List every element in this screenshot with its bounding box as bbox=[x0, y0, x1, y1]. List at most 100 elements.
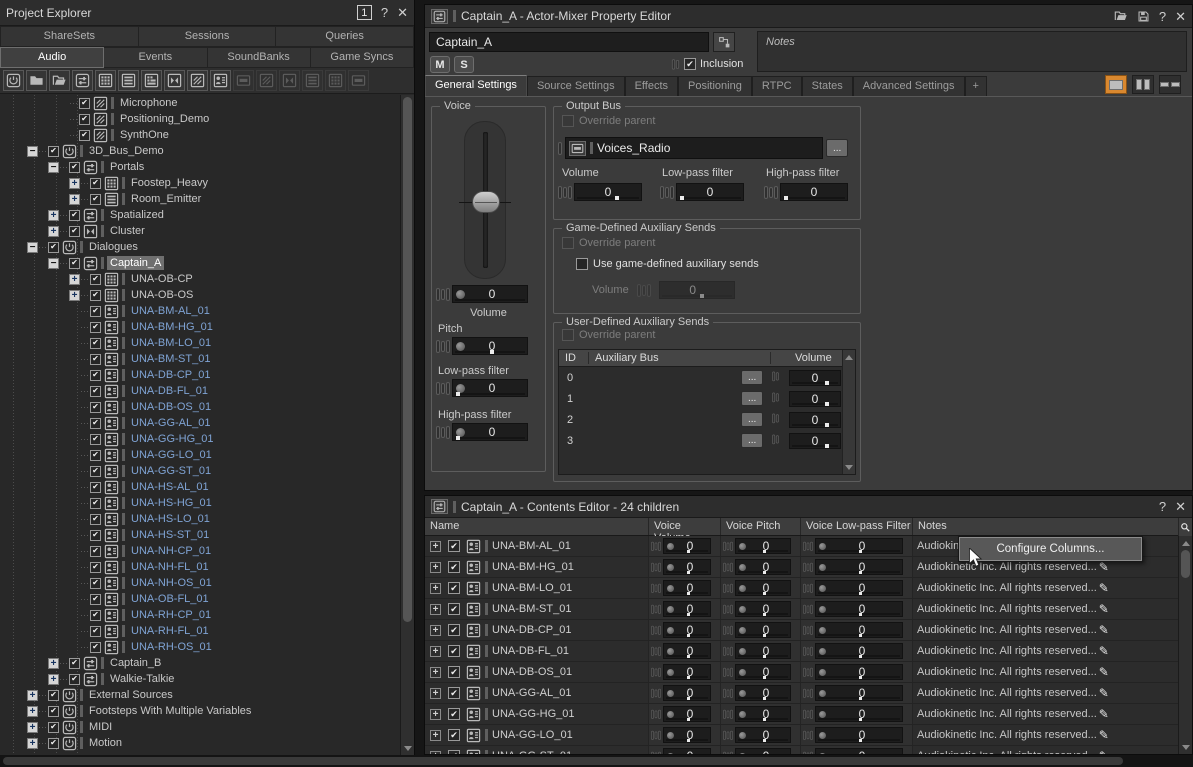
voice-volume-field[interactable]: 0 bbox=[663, 622, 711, 638]
row-checkbox[interactable]: ✔ bbox=[448, 540, 460, 552]
shareset-link-button[interactable] bbox=[713, 32, 735, 52]
voice-volume-cell[interactable]: 0 bbox=[649, 746, 721, 754]
tab-advanced-settings[interactable]: Advanced Settings bbox=[853, 76, 965, 96]
edit-pencil-icon[interactable]: ✎ bbox=[1099, 728, 1109, 742]
tree-row[interactable]: ✔ Microphone bbox=[0, 95, 414, 111]
tree-item-label[interactable]: Captain_A bbox=[107, 256, 164, 270]
voice-pitch-cell[interactable]: 0 bbox=[721, 662, 801, 682]
help-icon[interactable]: ? bbox=[1159, 10, 1166, 23]
use-game-aux-checkbox[interactable] bbox=[576, 258, 588, 270]
search-icon[interactable] bbox=[1178, 518, 1192, 536]
contents-row[interactable]: + ✔ UNA-GG-LO_01 0 0 0 Audiokineti bbox=[425, 725, 1178, 746]
voice-pitch-field[interactable]: 0 bbox=[735, 664, 791, 680]
voice-lpf-field[interactable]: 0 bbox=[815, 538, 903, 554]
tree-item-checkbox[interactable]: ✔ bbox=[90, 370, 101, 381]
expand-icon[interactable]: + bbox=[27, 738, 38, 749]
tree-item-label[interactable]: UNA-RH-OS_01 bbox=[128, 640, 215, 654]
layout-split-horizontal-button[interactable] bbox=[1159, 75, 1181, 94]
tree-item-checkbox[interactable]: ✔ bbox=[90, 194, 101, 205]
voice-volume-field[interactable]: 0 bbox=[663, 559, 711, 575]
collapse-icon[interactable]: − bbox=[48, 258, 59, 269]
row-notes[interactable]: Audiokinetic Inc. All rights reserved... bbox=[917, 582, 1097, 594]
tree-item-checkbox[interactable]: ✔ bbox=[90, 466, 101, 477]
voice-pitch-field[interactable]: 0 bbox=[735, 706, 791, 722]
tree-item-label[interactable]: UNA-NH-OS_01 bbox=[128, 576, 215, 590]
tree-item-checkbox[interactable]: ✔ bbox=[90, 578, 101, 589]
tree-item-checkbox[interactable]: ✔ bbox=[90, 546, 101, 557]
voice-volume-cell[interactable]: 0 bbox=[649, 662, 721, 682]
virtual-folder-icon[interactable] bbox=[49, 70, 70, 91]
row-checkbox[interactable]: ✔ bbox=[448, 645, 460, 657]
tree-row[interactable]: + ✔ Spatialized bbox=[0, 207, 414, 223]
edit-pencil-icon[interactable]: ✎ bbox=[1099, 602, 1109, 616]
aux-volume-field[interactable]: 0 bbox=[789, 370, 841, 386]
tree-item-label[interactable]: UNA-RH-CP_01 bbox=[128, 608, 214, 622]
voice-pitch-cell[interactable]: 0 bbox=[721, 746, 801, 754]
tree-item-label[interactable]: Motion bbox=[86, 736, 125, 750]
tree-row[interactable]: − ✔ 3D_Bus_Demo bbox=[0, 143, 414, 159]
tree-row[interactable]: + ✔ MIDI bbox=[0, 719, 414, 735]
tree-row[interactable]: ✔ UNA-NH-CP_01 bbox=[0, 543, 414, 559]
column-header-notes[interactable]: Notes bbox=[913, 518, 1192, 535]
blend-container-icon[interactable] bbox=[141, 70, 162, 91]
column-header-voice-pitch[interactable]: Voice Pitch bbox=[721, 518, 801, 535]
expand-icon[interactable]: + bbox=[27, 706, 38, 717]
tree-row[interactable]: ✔ UNA-GG-LO_01 bbox=[0, 447, 414, 463]
expand-icon[interactable]: + bbox=[430, 688, 441, 699]
browse-aux-bus-button[interactable]: ... bbox=[741, 370, 763, 385]
tree-item-label[interactable]: Dialogues bbox=[86, 240, 141, 254]
row-name[interactable]: UNA-BM-LO_01 bbox=[492, 582, 572, 594]
tree-item-checkbox[interactable]: ✔ bbox=[90, 514, 101, 525]
tree-item-checkbox[interactable]: ✔ bbox=[48, 690, 59, 701]
tree-item-label[interactable]: Footsteps With Multiple Variables bbox=[86, 704, 254, 718]
voice-lpf-field[interactable]: 0 bbox=[815, 685, 903, 701]
tree-row[interactable]: ✔ UNA-HS-AL_01 bbox=[0, 479, 414, 495]
voice-volume-field[interactable]: 0 bbox=[663, 601, 711, 617]
tree-item-checkbox[interactable]: ✔ bbox=[90, 418, 101, 429]
voice-lpf-field[interactable]: 0 bbox=[815, 622, 903, 638]
tree-row[interactable]: + ✔ UNA-OB-CP bbox=[0, 271, 414, 287]
tree-item-label[interactable]: UNA-HS-AL_01 bbox=[128, 480, 212, 494]
tree-item-label[interactable]: UNA-BM-AL_01 bbox=[128, 304, 213, 318]
tree-item-checkbox[interactable]: ✔ bbox=[69, 162, 80, 173]
tree-item-label[interactable]: UNA-GG-ST_01 bbox=[128, 464, 214, 478]
voice-pitch-field[interactable]: 0 bbox=[735, 559, 791, 575]
tree-row[interactable]: ✔ UNA-GG-ST_01 bbox=[0, 463, 414, 479]
voice-volume-cell[interactable]: 0 bbox=[649, 683, 721, 703]
tab-audio[interactable]: Audio bbox=[0, 47, 104, 68]
voice-lpf-field[interactable]: 0 bbox=[815, 748, 903, 754]
tree-row[interactable]: − ✔ Portals bbox=[0, 159, 414, 175]
expand-icon[interactable]: + bbox=[430, 646, 441, 657]
work-unit-icon[interactable] bbox=[3, 70, 24, 91]
voice-lpf-cell[interactable]: 0 bbox=[801, 620, 913, 640]
tree-row[interactable]: + ✔ UNA-OB-OS bbox=[0, 287, 414, 303]
voice-pitch-field[interactable]: 0 bbox=[735, 685, 791, 701]
tree-item-label[interactable]: UNA-DB-FL_01 bbox=[128, 384, 211, 398]
tree-item-checkbox[interactable]: ✔ bbox=[69, 674, 80, 685]
contents-columns-header[interactable]: Name Voice Volume Voice Pitch Voice Low-… bbox=[425, 518, 1192, 536]
voice-pitch-cell[interactable]: 0 bbox=[721, 578, 801, 598]
edit-pencil-icon[interactable]: ✎ bbox=[1099, 623, 1109, 637]
tab-sharesets[interactable]: ShareSets bbox=[0, 26, 139, 47]
tree-item-checkbox[interactable]: ✔ bbox=[69, 658, 80, 669]
voice-pitch-field[interactable]: 0 bbox=[735, 601, 791, 617]
expand-icon[interactable]: + bbox=[48, 658, 59, 669]
collapse-icon[interactable]: − bbox=[48, 162, 59, 173]
edit-pencil-icon[interactable]: ✎ bbox=[1099, 560, 1109, 574]
tree-item-label[interactable]: Positioning_Demo bbox=[117, 112, 212, 126]
mute-button[interactable]: M bbox=[430, 56, 450, 73]
tree-row[interactable]: ✔ UNA-DB-FL_01 bbox=[0, 383, 414, 399]
tree-item-label[interactable]: UNA-DB-OS_01 bbox=[128, 400, 214, 414]
voice-pitch-field[interactable]: 0 bbox=[735, 580, 791, 596]
tree-item-label[interactable]: UNA-GG-HG_01 bbox=[128, 432, 217, 446]
tab-effects[interactable]: Effects bbox=[625, 76, 678, 96]
output-bus-selector[interactable]: Voices_Radio bbox=[565, 137, 823, 159]
voice-pitch-cell[interactable]: 0 bbox=[721, 620, 801, 640]
tree-item-checkbox[interactable]: ✔ bbox=[69, 226, 80, 237]
tree-item-checkbox[interactable]: ✔ bbox=[69, 258, 80, 269]
tab-general-settings[interactable]: General Settings bbox=[425, 75, 527, 96]
tree-item-checkbox[interactable]: ✔ bbox=[48, 738, 59, 749]
tree-item-checkbox[interactable]: ✔ bbox=[90, 178, 101, 189]
bus-volume-field[interactable]: 0 bbox=[574, 183, 642, 201]
menu-item-configure-columns[interactable]: Configure Columns... bbox=[996, 543, 1104, 555]
